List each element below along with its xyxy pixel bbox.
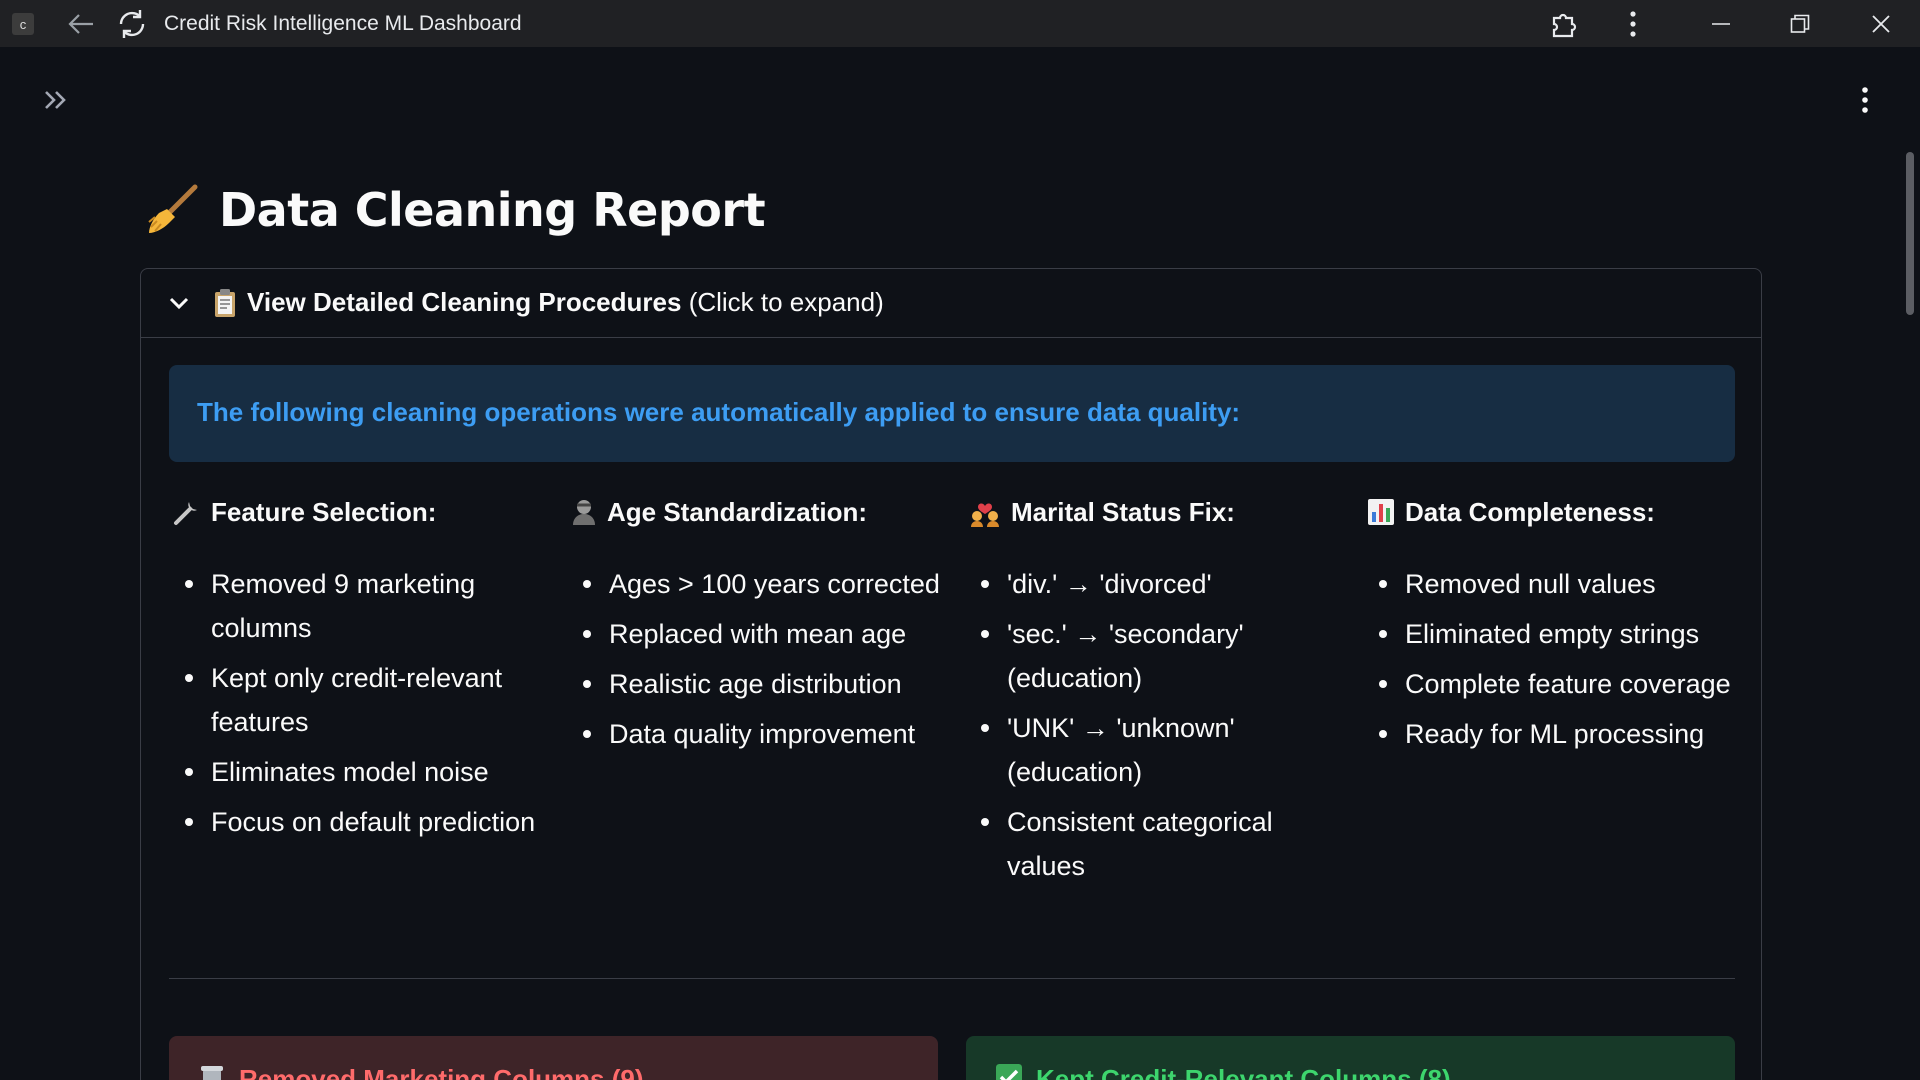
list-item: Kept only credit-relevant features [185,656,553,744]
window-titlebar: c Credit Risk Intelligence ML Dashboard [0,0,1920,47]
minimize-icon [1711,22,1730,25]
removed-columns-label: Removed Marketing Columns (9) [239,1064,644,1080]
column-title: Age Standardization: [607,496,868,527]
list-item: 'UNK' → 'unknown' (education) [981,706,1349,794]
back-button[interactable] [57,0,104,47]
list-item: Removed 9 marketing columns [185,562,553,650]
puzzle-icon [1552,13,1576,37]
list-item: Replaced with mean age [583,612,951,656]
page-title: Data Cleaning Report [145,180,766,240]
column-heading: Marital Status Fix: [969,494,1349,530]
expander-header[interactable]: View Detailed Cleaning Procedures (Click… [141,269,1761,338]
column-title: Marital Status Fix: [1011,496,1235,527]
info-alert: The following cleaning operations were a… [169,365,1735,462]
column-list: 'div.' → 'divorced' 'sec.' → 'secondary'… [969,562,1349,888]
reload-button[interactable] [108,0,155,47]
kebab-menu-icon [1629,10,1636,37]
column-title: Feature Selection: [211,496,437,527]
list-item: Data quality improvement [583,712,951,756]
check-mark-icon [996,1064,1022,1080]
list-item: Complete feature coverage [1379,662,1747,706]
column-list: Removed 9 marketing columns Kept only cr… [173,562,553,844]
wrench-icon [174,502,197,525]
data-completeness-column: Data Completeness: Removed null values E… [1367,494,1747,762]
extensions-button[interactable] [1540,0,1587,47]
list-item: Realistic age distribution [583,662,951,706]
list-item: 'div.' → 'divorced' [981,562,1349,606]
expander-label-rest: (Click to expand) [688,287,884,317]
restore-icon [1790,14,1809,33]
scrollbar-thumb[interactable] [1906,152,1914,315]
column-title: Data Completeness: [1405,496,1655,527]
kept-columns-card: Kept Credit-Relevant Columns (8) [966,1036,1735,1080]
page-title-text: Data Cleaning Report [219,183,766,237]
reload-icon [119,9,144,38]
chevron-down-icon[interactable] [167,291,191,315]
browser-menu-button[interactable] [1609,0,1656,47]
column-list: Ages > 100 years corrected Replaced with… [571,562,951,756]
feature-selection-column: Feature Selection: Removed 9 marketing c… [173,494,553,850]
close-button[interactable] [1857,0,1904,47]
marital-status-column: Marital Status Fix: 'div.' → 'divorced' … [969,494,1349,894]
kept-columns-label: Kept Credit-Relevant Columns (8) [1036,1064,1451,1080]
column-heading: Feature Selection: [173,494,553,530]
bar-chart-icon [1368,499,1394,525]
list-item: Ready for ML processing [1379,712,1747,756]
list-item: 'sec.' → 'secondary' (education) [981,612,1349,700]
couple-icon [971,503,999,527]
minimize-button[interactable] [1697,0,1744,47]
kebab-menu-icon [1862,87,1868,113]
app-icon: c [12,13,34,35]
column-heading: Data Completeness: [1367,494,1747,530]
column-heading: Age Standardization: [571,494,951,530]
list-item: Ages > 100 years corrected [583,562,951,606]
person-icon [573,500,595,525]
list-item: Removed null values [1379,562,1747,606]
app-menu-button[interactable] [1849,84,1881,116]
removed-columns-card: Removed Marketing Columns (9) [169,1036,938,1080]
list-item: Eliminated empty strings [1379,612,1747,656]
list-item: Eliminates model noise [185,750,553,794]
broom-icon [148,184,198,233]
list-item: Focus on default prediction [185,800,553,844]
sidebar-expand-button[interactable] [40,84,72,116]
window-title: Credit Risk Intelligence ML Dashboard [164,12,522,35]
back-arrow-icon [67,13,93,34]
double-chevron-right-icon [45,91,66,109]
close-icon [1871,14,1890,33]
expander-label-bold: View Detailed Cleaning Procedures [247,287,682,317]
trash-icon [201,1066,223,1080]
clipboard-icon [215,288,235,317]
column-list: Removed null values Eliminated empty str… [1367,562,1747,756]
list-item: Consistent categorical values [981,800,1349,888]
app-icon-letter: c [19,16,27,32]
horizontal-divider [169,978,1735,979]
info-alert-text: The following cleaning operations were a… [197,397,1241,427]
expander-label[interactable]: View Detailed Cleaning Procedures (Click… [213,287,884,318]
restore-button[interactable] [1776,0,1823,47]
age-standardization-column: Age Standardization: Ages > 100 years co… [571,494,951,762]
